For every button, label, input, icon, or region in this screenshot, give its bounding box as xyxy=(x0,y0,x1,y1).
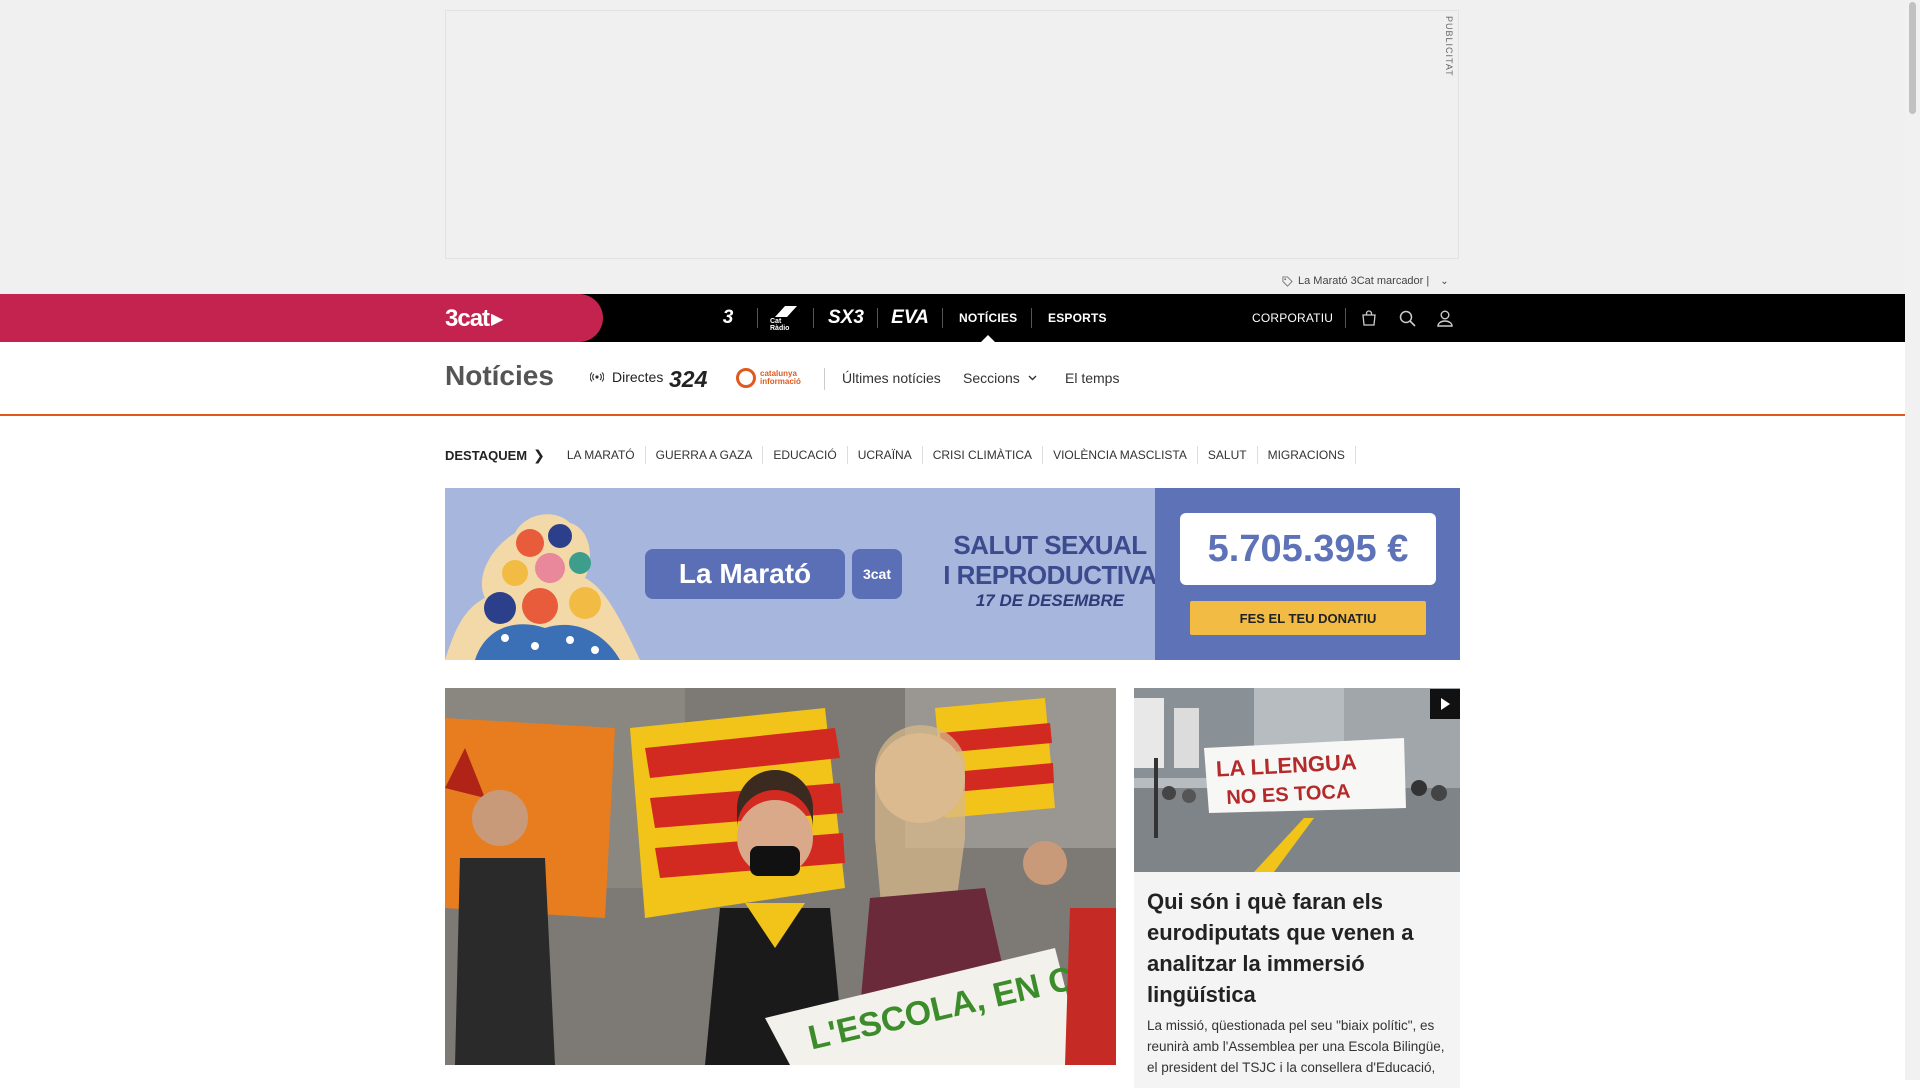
brand-logo[interactable]: 3cat ▶ xyxy=(445,305,503,333)
marato-tagline-line2: I REPRODUCTIVA xyxy=(943,560,1157,590)
seccions-dropdown[interactable]: Seccions xyxy=(963,370,1037,386)
marato-logo: La Marató xyxy=(645,549,845,599)
channel-324-logo[interactable]: 324 xyxy=(669,366,707,393)
channel-sx3-logo[interactable]: SX3 xyxy=(826,294,866,342)
main-article-photo[interactable]: L'ESCOLA, EN CATALÀ xyxy=(445,688,1116,1065)
chevron-right-icon: ❯ xyxy=(533,446,545,463)
scrollbar[interactable] xyxy=(1905,0,1920,1080)
side-article-photo[interactable]: LA LLENGUA NO ES TOCA xyxy=(1134,688,1460,872)
broadcast-icon xyxy=(590,372,604,382)
marato-illustration xyxy=(445,514,640,660)
nav-corporatiu[interactable]: CORPORATIU xyxy=(1252,294,1333,342)
top-navigation: 3cat ▶ 3 Cat Ràdio SX3 EVA NOTÍCIES ESPO… xyxy=(0,294,1905,342)
section-header: Notícies Directes 324 catalunya informac… xyxy=(0,342,1905,416)
nav-noticies[interactable]: NOTÍCIES xyxy=(959,294,1017,342)
marato-marker-bar[interactable]: La Marató 3Cat marcador | ⌄ xyxy=(1282,271,1449,291)
divider xyxy=(1345,308,1346,328)
play-arrow-icon: ▶ xyxy=(491,311,503,328)
channel-eva-label: EVA xyxy=(891,307,929,328)
chevron-down-icon xyxy=(1028,375,1037,381)
page-title[interactable]: Notícies xyxy=(445,360,554,392)
directes-link[interactable]: Directes xyxy=(590,369,663,385)
el-temps-link[interactable]: El temps xyxy=(1065,370,1119,386)
ad-label: PUBLICITAT xyxy=(1444,16,1454,77)
divider xyxy=(877,308,878,328)
user-icon[interactable] xyxy=(1433,306,1457,330)
destaquem-item-crisi-climatica[interactable]: CRISI CLIMÀTICA xyxy=(923,446,1044,464)
catalunya-informacio-icon xyxy=(736,368,756,388)
ad-zone: PUBLICITAT La Marató 3Cat marcador | ⌄ xyxy=(0,0,1905,294)
search-icon[interactable] xyxy=(1395,306,1419,330)
ad-slot[interactable] xyxy=(445,10,1459,259)
ultimes-noticies-link[interactable]: Últimes notícies xyxy=(842,370,941,386)
channel-tv3-logo[interactable]: 3 xyxy=(712,294,744,342)
brand-logo-text: 3cat xyxy=(445,305,490,332)
chevron-down-icon[interactable]: ⌄ xyxy=(1440,276,1448,287)
destaquem-item-marato[interactable]: LA MARATÓ xyxy=(557,446,646,464)
marato-3cat-logo: 3cat xyxy=(852,549,902,599)
nav-esports[interactable]: ESPORTS xyxy=(1048,294,1107,342)
destaquem-item-migracions[interactable]: MIGRACIONS xyxy=(1258,446,1356,464)
marker-text: La Marató 3Cat marcador | xyxy=(1298,275,1430,287)
side-article-summary: La missió, qüestionada pel seu "biaix po… xyxy=(1147,1018,1445,1075)
marato-banner[interactable]: La Marató 3cat SALUT SEXUAL I REPRODUCTI… xyxy=(445,488,1460,660)
destaquem-item-violencia-masclista[interactable]: VIOLÈNCIA MASCLISTA xyxy=(1043,446,1198,464)
destaquem-item-gaza[interactable]: GUERRA A GAZA xyxy=(646,446,764,464)
destaquem-label: DESTAQUEM ❯ xyxy=(445,446,545,463)
marato-tagline-line1: SALUT SEXUAL xyxy=(953,530,1147,560)
donate-button[interactable]: FES EL TEU DONATIU xyxy=(1190,601,1426,635)
destaquem-item-salut[interactable]: SALUT xyxy=(1198,446,1258,464)
shopping-bag-icon[interactable] xyxy=(1357,306,1381,330)
channel-tv3-label: 3 xyxy=(722,307,734,328)
channel-eva-logo[interactable]: EVA xyxy=(890,294,930,342)
channel-324-label: 324 xyxy=(669,366,708,392)
destaquem-item-ucraina[interactable]: UCRAÏNA xyxy=(848,446,923,464)
donation-counter: 5.705.395 € xyxy=(1180,513,1436,585)
video-play-icon[interactable] xyxy=(1430,689,1460,719)
directes-label: Directes xyxy=(612,369,664,385)
channel-catradio-logo[interactable]: Cat Ràdio xyxy=(770,294,802,342)
marato-tagline: SALUT SEXUAL I REPRODUCTIVA 17 DE DESEMB… xyxy=(935,530,1165,612)
banner-photo: LA LLENGUA NO ES TOCA xyxy=(1134,688,1460,872)
catradio-icon xyxy=(775,306,797,317)
channel-catradio-label: Cat Ràdio xyxy=(770,318,790,332)
catalunya-informacio-logo[interactable]: catalunya informació xyxy=(736,368,801,388)
marato-donation-panel: 5.705.395 € FES EL TEU DONATIU xyxy=(1155,488,1460,660)
catalunya-informacio-line2: informació xyxy=(760,377,801,386)
divider xyxy=(942,308,943,328)
protest-photo: L'ESCOLA, EN CATALÀ xyxy=(445,688,1116,1065)
channel-sx3-label: SX3 xyxy=(828,307,864,328)
divider xyxy=(813,308,814,328)
marato-date: 17 DE DESEMBRE xyxy=(975,591,1125,610)
divider xyxy=(1031,308,1032,328)
side-article-card[interactable]: LA LLENGUA NO ES TOCA Qui són i què fara… xyxy=(1134,688,1460,1088)
scrollbar-thumb[interactable] xyxy=(1909,2,1916,114)
destaquem-bar: DESTAQUEM ❯ LA MARATÓ GUERRA A GAZA EDUCA… xyxy=(445,444,1356,466)
seccions-label: Seccions xyxy=(963,370,1020,386)
divider xyxy=(824,368,825,390)
divider xyxy=(757,308,758,328)
tag-icon xyxy=(1282,275,1293,287)
brand-strip: 3cat ▶ xyxy=(0,294,603,342)
destaquem-item-educacio[interactable]: EDUCACIÓ xyxy=(763,446,848,464)
side-article-headline[interactable]: Qui són i què faran els eurodiputats que… xyxy=(1147,886,1447,1010)
